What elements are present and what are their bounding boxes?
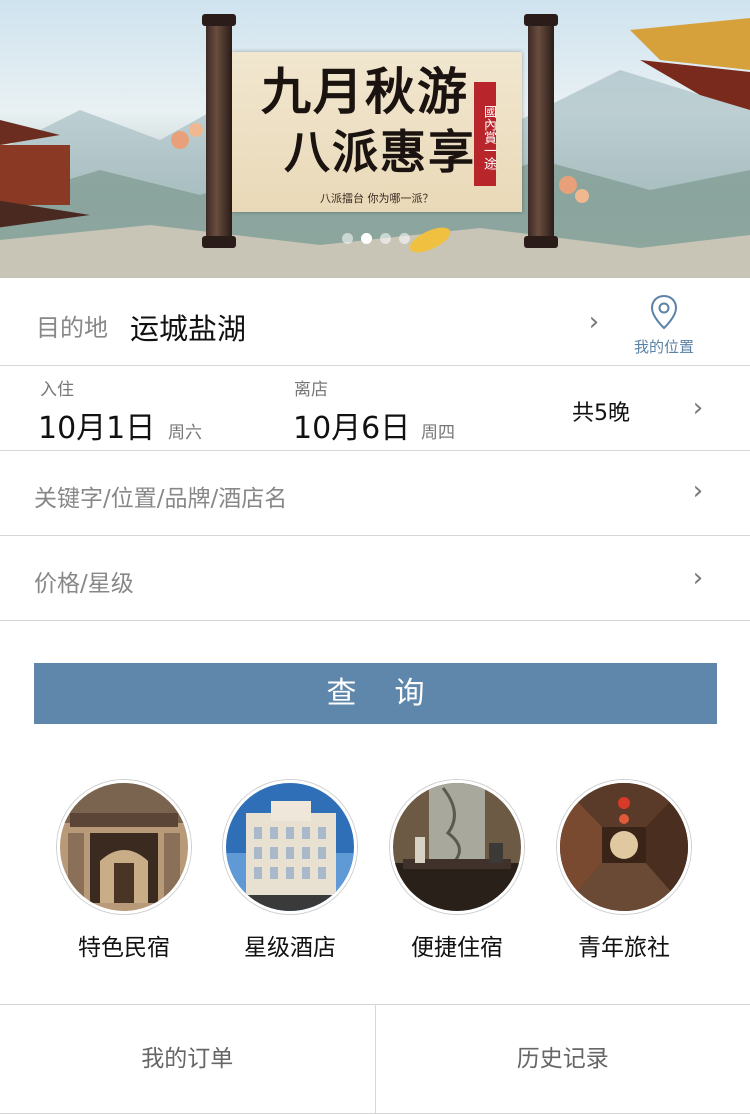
my-location-button[interactable]: 我的位置 bbox=[628, 294, 700, 357]
my-orders-tab[interactable]: 我的订单 bbox=[0, 1005, 375, 1113]
search-button[interactable]: 查询 bbox=[34, 663, 717, 724]
bottom-tab-bar: 我的订单 历史记录 bbox=[0, 1004, 750, 1114]
carousel-dot[interactable] bbox=[380, 233, 391, 244]
budget-hotel-photo-icon bbox=[390, 780, 524, 914]
checkin-date[interactable]: 10月1日 bbox=[38, 403, 155, 447]
chevron-right-icon[interactable]: › bbox=[690, 395, 706, 421]
my-location-label: 我的位置 bbox=[633, 338, 694, 356]
carousel-dot[interactable] bbox=[399, 233, 410, 244]
banner-tag: 國內賞一途 bbox=[474, 82, 496, 186]
banner-title-line1: 九月秋游 bbox=[261, 62, 469, 121]
chevron-right-icon[interactable]: › bbox=[586, 309, 602, 335]
chevron-right-icon[interactable]: › bbox=[690, 478, 706, 504]
promo-banner[interactable]: 九月秋游 八派惠享 國內賞一途 八派擂台 你为哪一派？ bbox=[0, 0, 750, 278]
price-star-input[interactable]: 价格/星级 bbox=[34, 564, 134, 598]
checkout-date[interactable]: 10月6日 bbox=[293, 403, 410, 447]
category-folk-house[interactable]: 特色民宿 bbox=[57, 780, 191, 962]
star-hotel-photo-icon bbox=[223, 780, 357, 914]
category-label: 特色民宿 bbox=[78, 935, 170, 961]
category-label: 青年旅社 bbox=[578, 935, 670, 961]
category-budget-lodging[interactable]: 便捷住宿 bbox=[390, 780, 524, 962]
category-hostel[interactable]: 青年旅社 bbox=[557, 780, 691, 962]
checkin-label: 入住 bbox=[40, 380, 74, 400]
destination-value[interactable]: 运城盐湖 bbox=[130, 306, 246, 348]
keyword-input[interactable]: 关键字/位置/品牌/酒店名 bbox=[34, 479, 287, 513]
banner-title-line2: 八派惠享 bbox=[284, 125, 476, 179]
location-pin-icon bbox=[650, 294, 678, 330]
destination-label: 目的地 bbox=[36, 314, 108, 342]
carousel-dot[interactable] bbox=[342, 233, 353, 244]
hostel-photo-icon bbox=[557, 780, 691, 914]
history-tab[interactable]: 历史记录 bbox=[374, 1005, 750, 1113]
banner-subtitle: 八派擂台 你为哪一派？ bbox=[320, 192, 434, 205]
checkout-label: 离店 bbox=[294, 380, 328, 400]
banner-title: 九月秋游 八派惠享 bbox=[250, 62, 480, 182]
chevron-right-icon[interactable]: › bbox=[690, 565, 706, 591]
checkout-weekday: 周四 bbox=[421, 423, 455, 443]
category-label: 星级酒店 bbox=[244, 935, 336, 961]
category-star-hotel[interactable]: 星级酒店 bbox=[223, 780, 357, 962]
nights-count: 共5晚 bbox=[572, 401, 630, 426]
carousel-dot-active[interactable] bbox=[361, 233, 372, 244]
checkin-weekday: 周六 bbox=[168, 423, 202, 443]
scroll-roller-right bbox=[524, 14, 558, 248]
folk-house-photo-icon bbox=[57, 780, 191, 914]
scroll-roller-left bbox=[202, 14, 236, 248]
carousel-indicator bbox=[342, 233, 410, 244]
category-label: 便捷住宿 bbox=[411, 935, 503, 961]
